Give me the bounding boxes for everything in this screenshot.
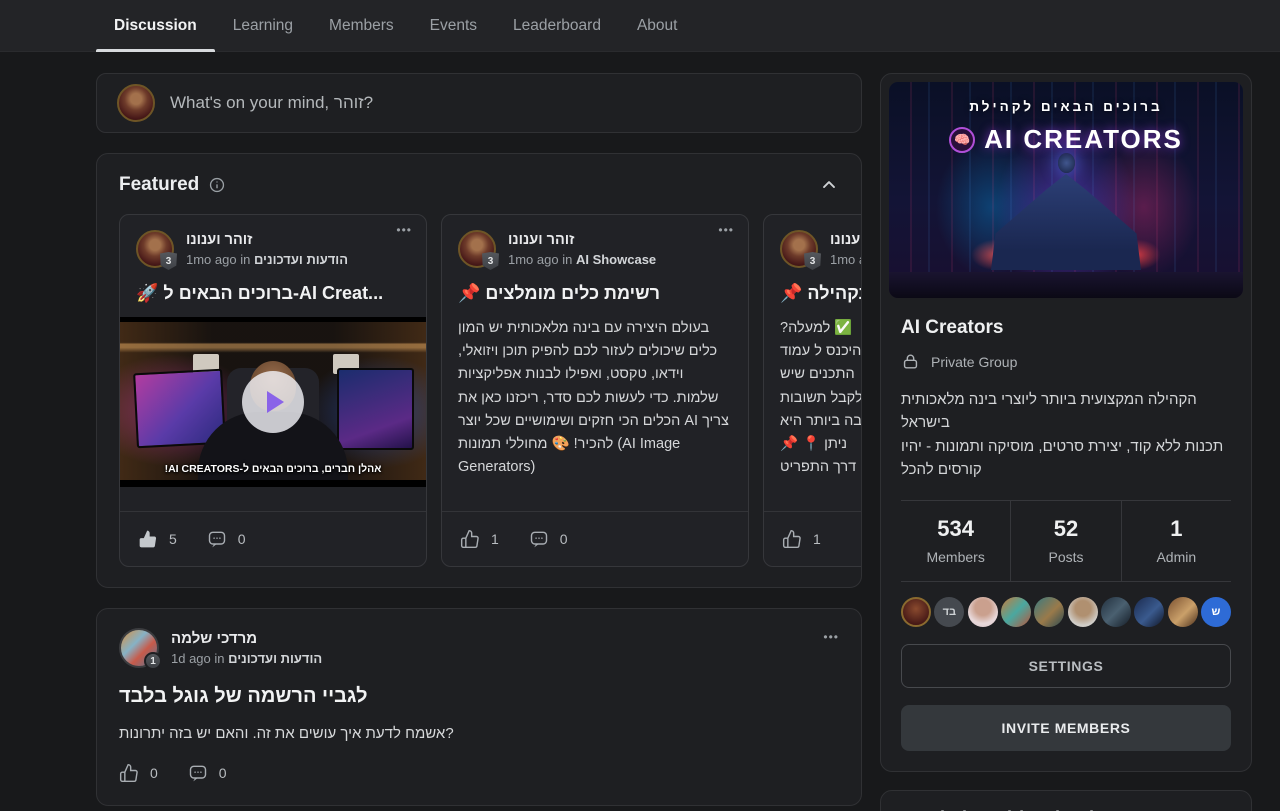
settings-button[interactable]: SETTINGS: [901, 644, 1231, 688]
discussion-feed: What's on your mind, זוהר? Featured 3 זו…: [96, 73, 862, 806]
group-stats: 534 Members 52 Posts 1 Admin: [901, 501, 1231, 581]
post-composer[interactable]: What's on your mind, זוהר?: [96, 73, 862, 133]
tab-discussion[interactable]: Discussion: [96, 0, 215, 51]
comment-count: 0: [560, 531, 568, 547]
author-avatar[interactable]: 3: [136, 230, 174, 268]
post-title[interactable]: 📌 איך לנווט בקהילה: [764, 268, 861, 304]
cover-welcome-text: ברוכים הבאים לקהילת: [889, 99, 1243, 114]
post-menu-icon[interactable]: •••: [823, 630, 839, 644]
post-title[interactable]: 🚀 ברוכים הבאים ל-AI Creat...: [120, 268, 426, 304]
post-menu-icon[interactable]: •••: [396, 223, 412, 237]
group-name: AI Creators: [901, 317, 1231, 339]
like-count: 1: [491, 531, 499, 547]
group-sidebar: ברוכים הבאים לקהילת 🧠 AI CREATORS AI Cre…: [880, 73, 1252, 811]
post-meta: 1d ago in הודעות ועדכונים: [171, 651, 322, 666]
feed-post[interactable]: 1 מרדכי שלמה 1d ago in הודעות ועדכונים •…: [96, 608, 862, 806]
comment-button[interactable]: [188, 763, 208, 783]
group-cover-image[interactable]: ברוכים הבאים לקהילת 🧠 AI CREATORS: [889, 82, 1243, 298]
post-body: ✅ למעלה? היכנס ל עמוד התכנים שיש לקבל תש…: [764, 304, 861, 479]
member-avatars-row: בד ש: [901, 581, 1231, 627]
post-meta: 1mo ago in: [830, 252, 861, 267]
group-description: הקהילה המקצועית ביותר ליוצרי בינה מלאכות…: [901, 388, 1231, 481]
like-count: 1: [813, 531, 821, 547]
collapse-chevron-up-icon[interactable]: [819, 175, 839, 195]
brain-icon: 🧠: [949, 127, 975, 153]
tab-members[interactable]: Members: [311, 0, 412, 51]
post-body: בעולם היצירה עם בינה מלאכותית יש המון כל…: [442, 304, 748, 479]
like-count: 5: [169, 531, 177, 547]
featured-section: Featured 3 זוהר וענונו 1mo ago in הודעות…: [96, 153, 862, 588]
author-name[interactable]: זוהר וענונו: [186, 232, 348, 248]
author-avatar[interactable]: 1: [119, 628, 159, 668]
member-avatar[interactable]: [901, 597, 931, 627]
comment-count: 0: [238, 531, 246, 547]
member-avatar[interactable]: [1034, 597, 1064, 627]
like-button[interactable]: [782, 529, 802, 549]
level-badge: 3: [160, 252, 177, 270]
member-avatar[interactable]: [1068, 597, 1098, 627]
post-title[interactable]: לגביי הרשמה של גוגל בלבד: [119, 685, 839, 708]
comment-button[interactable]: [207, 529, 227, 549]
space-name[interactable]: AI Showcase: [576, 252, 656, 267]
member-avatar[interactable]: [1001, 597, 1031, 627]
level-badge: 1: [144, 652, 162, 670]
post-menu-icon[interactable]: •••: [718, 223, 734, 237]
featured-title: Featured: [119, 174, 199, 196]
play-button[interactable]: [242, 371, 304, 433]
post-meta: 1mo ago in AI Showcase: [508, 252, 656, 267]
level-badge: 3: [804, 252, 821, 270]
member-avatar[interactable]: [1134, 597, 1164, 627]
member-avatar[interactable]: [1168, 597, 1198, 627]
featured-card-navigate[interactable]: 3 זוהר וענונו 1mo ago in 📌 איך לנווט בקה…: [763, 214, 861, 567]
post-body: אשמח לדעת איך עושים את זה. והאם יש בזה י…: [119, 725, 839, 742]
tab-events[interactable]: Events: [412, 0, 495, 51]
current-user-avatar: [117, 84, 155, 122]
composer-placeholder: What's on your mind, זוהר?: [170, 93, 373, 113]
video-caption: אהלן חברים, ברוכים הבאים ל-AI CREATORS!: [120, 463, 426, 475]
stat-admin[interactable]: 1 Admin: [1121, 501, 1231, 581]
stat-members[interactable]: 534 Members: [901, 501, 1010, 581]
author-avatar[interactable]: 3: [458, 230, 496, 268]
invite-members-button[interactable]: INVITE MEMBERS: [901, 705, 1231, 751]
level-badge: 3: [482, 252, 499, 270]
post-title[interactable]: 📌 רשימת כלים מומלצים: [442, 268, 748, 304]
featured-cards-row: 3 זוהר וענונו 1mo ago in הודעות ועדכונים…: [119, 214, 861, 567]
featured-card-welcome[interactable]: 3 זוהר וענונו 1mo ago in הודעות ועדכונים…: [119, 214, 427, 567]
leaderboard-card: Leaderboard (30-days): [880, 790, 1252, 811]
like-button[interactable]: [138, 529, 158, 549]
lock-icon: [901, 352, 920, 371]
featured-card-tools[interactable]: 3 זוהר וענונו 1mo ago in AI Showcase •••…: [441, 214, 749, 567]
comment-button[interactable]: [529, 529, 549, 549]
author-avatar[interactable]: 3: [780, 230, 818, 268]
member-avatar-initials[interactable]: בד: [934, 597, 964, 627]
member-avatar[interactable]: [1101, 597, 1131, 627]
author-name[interactable]: זוהר וענונו: [830, 232, 861, 248]
info-icon[interactable]: [208, 176, 226, 194]
like-count: 0: [150, 765, 158, 781]
video-monitor-right: [337, 368, 414, 450]
stat-posts[interactable]: 52 Posts: [1010, 501, 1120, 581]
post-meta: 1mo ago in הודעות ועדכונים: [186, 252, 348, 267]
cover-brand-text: AI CREATORS: [984, 124, 1183, 155]
privacy-label: Private Group: [931, 354, 1017, 370]
top-navigation: Discussion Learning Members Events Leade…: [0, 0, 1280, 52]
comment-count: 0: [219, 765, 227, 781]
tab-about[interactable]: About: [619, 0, 696, 51]
like-button[interactable]: [460, 529, 480, 549]
author-name[interactable]: מרדכי שלמה: [171, 630, 322, 647]
cover-desk: [889, 272, 1243, 298]
space-name[interactable]: הודעות ועדכונים: [254, 252, 348, 267]
like-button[interactable]: [119, 763, 139, 783]
member-avatar-initials[interactable]: ש: [1201, 597, 1231, 627]
group-info-card: ברוכים הבאים לקהילת 🧠 AI CREATORS AI Cre…: [880, 73, 1252, 772]
tab-leaderboard[interactable]: Leaderboard: [495, 0, 619, 51]
space-name[interactable]: הודעות ועדכונים: [228, 651, 322, 666]
author-name[interactable]: זוהר וענונו: [508, 232, 656, 248]
video-thumbnail[interactable]: אהלן חברים, ברוכים הבאים ל-AI CREATORS!: [120, 317, 426, 487]
member-avatar[interactable]: [968, 597, 998, 627]
tab-learning[interactable]: Learning: [215, 0, 311, 51]
